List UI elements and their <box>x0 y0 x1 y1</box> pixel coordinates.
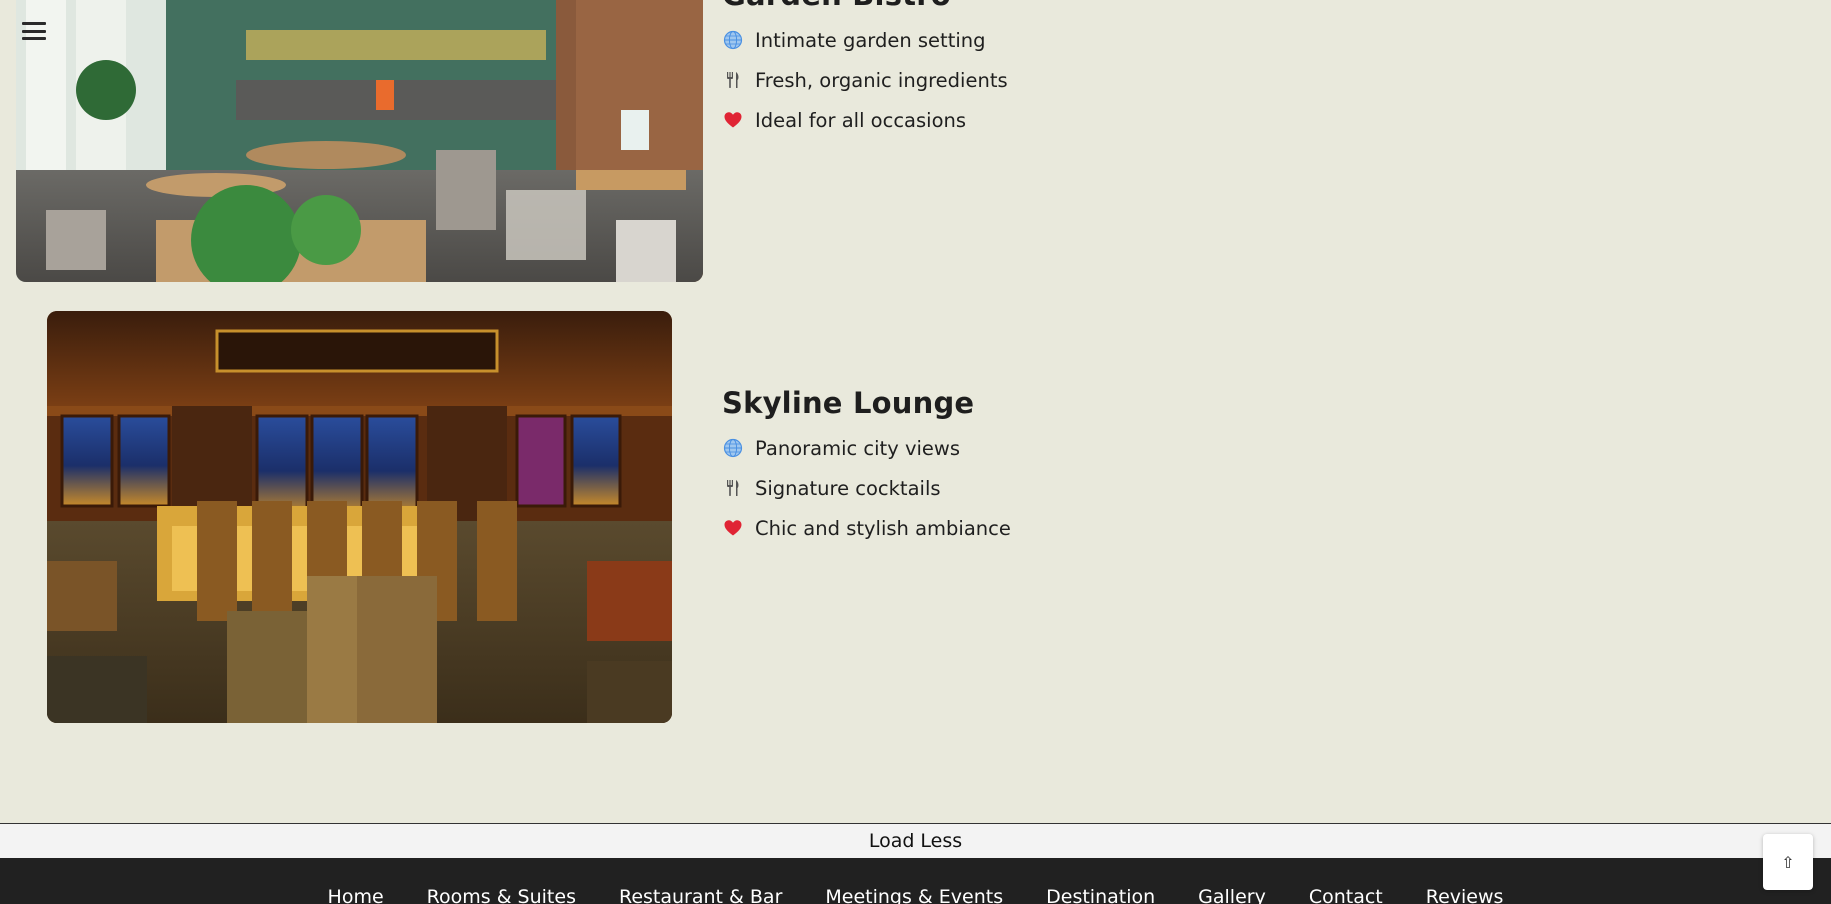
feature-text: Intimate garden setting <box>755 28 986 52</box>
footer-link-reviews[interactable]: Reviews <box>1426 886 1504 904</box>
feature-text: Chic and stylish ambiance <box>755 516 1011 540</box>
fork-knife-icon <box>722 69 744 91</box>
garden-bistro-photo <box>16 0 703 282</box>
venue-garden-bistro: Garden Bistro Intimate garden setting Fr… <box>0 0 1831 290</box>
feature-text: Signature cocktails <box>755 476 941 500</box>
footer-link-restaurant-bar[interactable]: Restaurant & Bar <box>619 886 782 904</box>
fork-knife-icon <box>722 477 744 499</box>
heart-icon <box>722 109 744 131</box>
footer-link-contact[interactable]: Contact <box>1309 886 1383 904</box>
venue-title: Garden Bistro <box>722 0 1008 12</box>
load-less-button[interactable]: Load Less <box>0 823 1831 858</box>
arrow-up-icon: ⇧ <box>1781 852 1795 872</box>
footer-link-rooms-suites[interactable]: Rooms & Suites <box>427 886 576 904</box>
feature-list: Intimate garden setting Fresh, organic i… <box>722 20 1008 140</box>
globe-icon <box>722 437 744 459</box>
heart-icon <box>722 517 744 539</box>
feature-item: Fresh, organic ingredients <box>722 60 1008 100</box>
feature-text: Ideal for all occasions <box>755 108 967 132</box>
skyline-lounge-info: Skyline Lounge Panoramic city views Sign… <box>722 386 1011 548</box>
feature-list: Panoramic city views Signature cocktails… <box>722 428 1011 548</box>
footer-link-meetings-events[interactable]: Meetings & Events <box>825 886 1003 904</box>
garden-bistro-info: Garden Bistro Intimate garden setting Fr… <box>722 0 1008 140</box>
footer: Home Rooms & Suites Restaurant & Bar Mee… <box>0 858 1831 904</box>
feature-item: Panoramic city views <box>722 428 1011 468</box>
venue-title: Skyline Lounge <box>722 386 975 420</box>
footer-link-home[interactable]: Home <box>328 886 384 904</box>
hamburger-menu-icon[interactable] <box>22 20 46 42</box>
feature-text: Fresh, organic ingredients <box>755 68 1008 92</box>
feature-item: Signature cocktails <box>722 468 1011 508</box>
feature-item: Intimate garden setting <box>722 20 1008 60</box>
venue-skyline-lounge: Skyline Lounge Panoramic city views Sign… <box>0 290 1831 740</box>
globe-icon <box>722 29 744 51</box>
footer-link-destination[interactable]: Destination <box>1046 886 1155 904</box>
back-to-top-button[interactable]: ⇧ <box>1763 834 1813 890</box>
footer-nav: Home Rooms & Suites Restaurant & Bar Mee… <box>0 886 1831 904</box>
feature-text: Panoramic city views <box>755 436 961 460</box>
feature-item: Chic and stylish ambiance <box>722 508 1011 548</box>
page: Garden Bistro Intimate garden setting Fr… <box>0 0 1831 904</box>
skyline-lounge-photo <box>47 311 672 723</box>
feature-item: Ideal for all occasions <box>722 100 1008 140</box>
footer-link-gallery[interactable]: Gallery <box>1198 886 1266 904</box>
